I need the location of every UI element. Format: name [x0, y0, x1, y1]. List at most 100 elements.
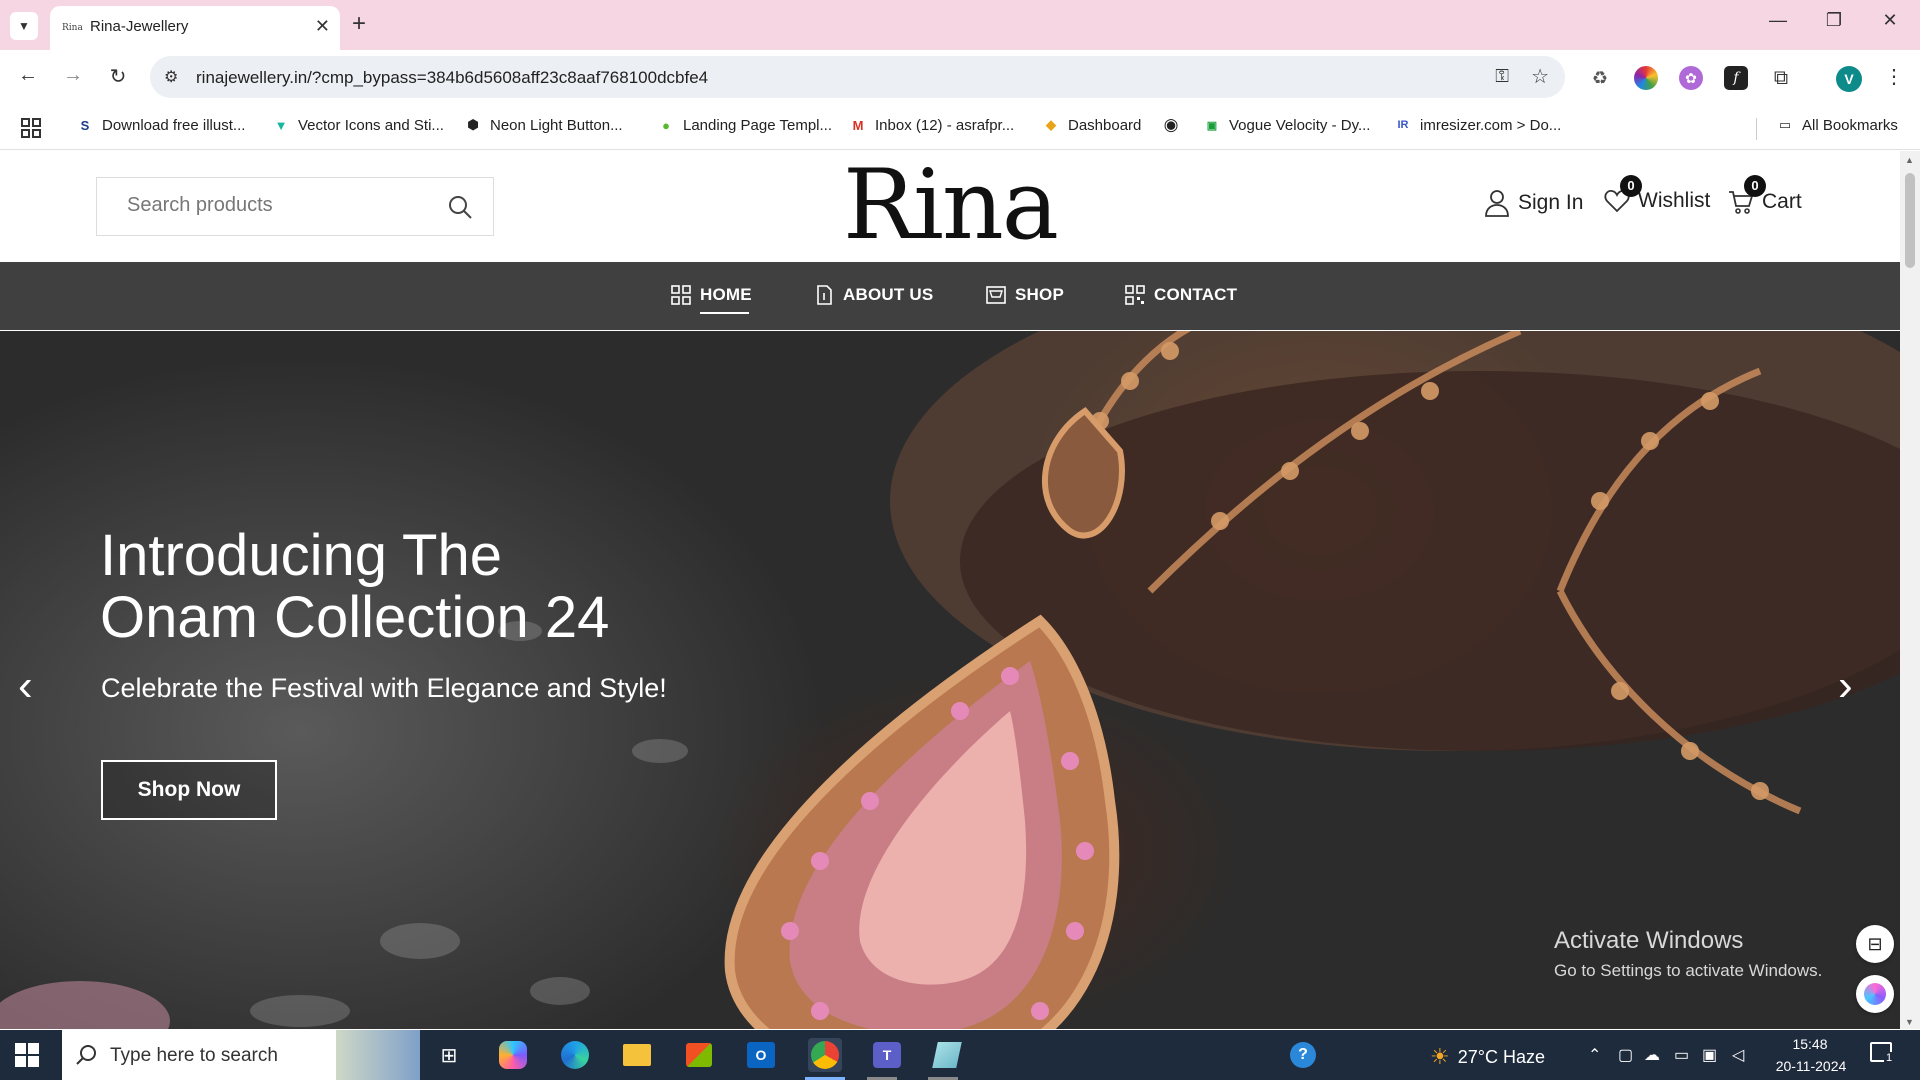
browser-menu-icon[interactable]: ⋮ — [1884, 64, 1904, 89]
bookmark-label: Neon Light Button... — [490, 116, 623, 134]
bookmarks-bar: ◉ ▭ All Bookmarks S Download free illust.… — [0, 108, 1920, 150]
bookmark-label: Download free illust... — [102, 116, 246, 134]
bookmark-label: Inbox (12) - asrafpr... — [875, 116, 1015, 134]
nav-contact[interactable]: CONTACT — [1124, 284, 1237, 306]
bookmark-favicon-icon: ▼ — [274, 117, 288, 133]
task-view-button[interactable]: ⊞ — [432, 1038, 466, 1072]
close-window-button[interactable]: ✕ — [1870, 10, 1910, 31]
minimize-button[interactable]: — — [1758, 10, 1798, 31]
file-explorer-app[interactable] — [620, 1038, 654, 1072]
help-app[interactable]: ? — [1286, 1038, 1320, 1072]
url-text[interactable]: rinajewellery.in/?cmp_bypass=384b6d5608a… — [196, 68, 708, 88]
page-scrollbar[interactable]: ▲ ▼ — [1900, 151, 1920, 1029]
taskbar-date[interactable]: 20-11-2024 — [1766, 1058, 1856, 1074]
volume-icon[interactable]: ◁ — [1732, 1045, 1744, 1065]
teams-app[interactable]: T — [870, 1038, 904, 1072]
extension-font-icon[interactable]: f — [1724, 66, 1748, 90]
bookmark-item[interactable]: ▣ Vogue Velocity - Dy... — [1203, 116, 1371, 134]
bookmark-item[interactable]: M Inbox (12) - asrafpr... — [849, 116, 1015, 134]
shop-cart-icon — [986, 286, 1006, 304]
copilot-app[interactable] — [496, 1038, 530, 1072]
microsoft-store-app[interactable] — [682, 1038, 716, 1072]
ai-side-button[interactable] — [1856, 975, 1894, 1013]
windows-taskbar: Type here to search ⊞ O T ? ☀ 27°C Haze … — [0, 1030, 1920, 1080]
battery-icon[interactable]: ▭ — [1674, 1045, 1689, 1065]
product-search — [96, 177, 494, 236]
tab-close-icon[interactable]: ✕ — [315, 16, 330, 37]
extension-color-icon[interactable] — [1634, 66, 1658, 90]
notification-center-button[interactable]: 1 — [1870, 1042, 1898, 1068]
back-button[interactable]: ← — [13, 64, 43, 87]
wishlist-link[interactable]: 0 Wishlist — [1604, 175, 1710, 213]
activate-windows-title: Activate Windows — [1554, 927, 1744, 954]
bookmark-item[interactable]: ● Landing Page Templ... — [657, 116, 832, 134]
bookmark-label: Vogue Velocity - Dy... — [1229, 116, 1371, 134]
edge-app[interactable] — [558, 1038, 592, 1072]
bookmark-item[interactable]: ⬢ Neon Light Button... — [464, 116, 623, 134]
taskbar-search-icon — [76, 1045, 96, 1065]
slider-next-arrow[interactable]: › — [1838, 661, 1853, 711]
bookmark-item[interactable]: ▼ Vector Icons and Sti... — [272, 116, 444, 134]
taskbar-search-placeholder: Type here to search — [110, 1045, 278, 1066]
taskbar-search-box[interactable]: Type here to search — [62, 1030, 420, 1080]
bookmark-globe[interactable]: ◉ — [1162, 115, 1180, 134]
bookmark-item[interactable]: S Download free illust... — [76, 116, 246, 134]
bookmark-favicon-icon: ● — [662, 117, 670, 133]
hero-subtitle: Celebrate the Festival with Elegance and… — [101, 673, 667, 703]
reload-button[interactable]: ↻ — [103, 64, 133, 89]
network-icon[interactable]: ▣ — [1702, 1045, 1717, 1065]
weather-widget[interactable]: ☀ 27°C Haze — [1430, 1044, 1545, 1070]
taskbar-time[interactable]: 15:48 — [1770, 1036, 1850, 1052]
meet-now-icon[interactable]: ▢ — [1618, 1045, 1633, 1065]
sign-in-link[interactable]: Sign In — [1484, 189, 1583, 217]
tray-expand-icon[interactable]: ⌃ — [1588, 1045, 1601, 1065]
bookmark-star-icon[interactable]: ☆ — [1531, 64, 1549, 89]
site-info-icon[interactable]: ⚙ — [164, 67, 178, 87]
bookmark-label: Landing Page Templ... — [683, 116, 832, 134]
bookmark-favicon-icon: IR — [1397, 119, 1409, 131]
extensions-puzzle-icon[interactable]: ⧉ — [1769, 66, 1793, 90]
outlook-app[interactable]: O — [744, 1038, 778, 1072]
search-highlight-image — [336, 1030, 420, 1080]
globe-icon: ◉ — [1163, 115, 1179, 134]
notes-icon — [932, 1042, 962, 1068]
forward-button[interactable]: → — [58, 64, 88, 87]
bookmark-label: imresizer.com > Do... — [1420, 116, 1562, 134]
all-bookmarks-button[interactable]: ▭ All Bookmarks — [1776, 116, 1898, 134]
site-logo[interactable]: Rina — [840, 153, 1060, 258]
nav-shop[interactable]: SHOP — [985, 284, 1064, 306]
restore-button[interactable]: ❐ — [1814, 10, 1854, 31]
bookmark-item[interactable]: ◆ Dashboard — [1042, 116, 1141, 134]
nav-home[interactable]: HOME — [670, 284, 752, 306]
windows-start-icon[interactable] — [14, 1042, 40, 1068]
weather-text: 27°C Haze — [1457, 1046, 1545, 1067]
apps-grid-icon[interactable] — [20, 117, 42, 139]
cloud-icon[interactable]: ☁ — [1644, 1045, 1660, 1065]
browser-toolbar: ← → ↻ ⚙ rinajewellery.in/?cmp_bypass=384… — [0, 50, 1920, 108]
profile-avatar[interactable]: V — [1836, 66, 1862, 92]
browser-tab-active[interactable]: Rina Rina-Jewellery ✕ — [50, 6, 340, 50]
sign-in-label: Sign In — [1518, 191, 1584, 214]
address-bar[interactable]: ⚙ rinajewellery.in/?cmp_bypass=384b6d560… — [150, 56, 1565, 98]
chrome-app[interactable] — [808, 1038, 842, 1072]
notes-app[interactable] — [930, 1038, 964, 1072]
teams-icon: T — [873, 1042, 901, 1068]
new-tab-button[interactable]: + — [352, 10, 366, 38]
scrollbar-thumb[interactable] — [1905, 173, 1915, 268]
tab-search-button[interactable]: ▼ — [10, 12, 38, 40]
shop-now-button[interactable]: Shop Now — [101, 760, 277, 820]
scroll-up-icon[interactable]: ▲ — [1905, 155, 1914, 165]
password-key-icon[interactable]: ⚿ — [1495, 66, 1509, 87]
nav-contact-label: CONTACT — [1154, 285, 1238, 304]
folder-icon — [623, 1044, 651, 1066]
reader-side-button[interactable]: ⊟ — [1856, 925, 1894, 963]
extension-brain-icon[interactable]: ✿ — [1679, 66, 1703, 90]
scroll-down-icon[interactable]: ▼ — [1905, 1017, 1914, 1027]
nav-about-us[interactable]: ABOUT US — [813, 284, 933, 306]
search-input[interactable] — [127, 194, 427, 217]
bookmark-item[interactable]: IR imresizer.com > Do... — [1394, 116, 1562, 134]
slider-prev-arrow[interactable]: ‹ — [18, 661, 33, 711]
search-icon[interactable] — [447, 194, 473, 220]
cart-link[interactable]: 0 Cart — [1728, 175, 1802, 215]
extension-recycle-icon[interactable]: ♻ — [1588, 66, 1612, 90]
